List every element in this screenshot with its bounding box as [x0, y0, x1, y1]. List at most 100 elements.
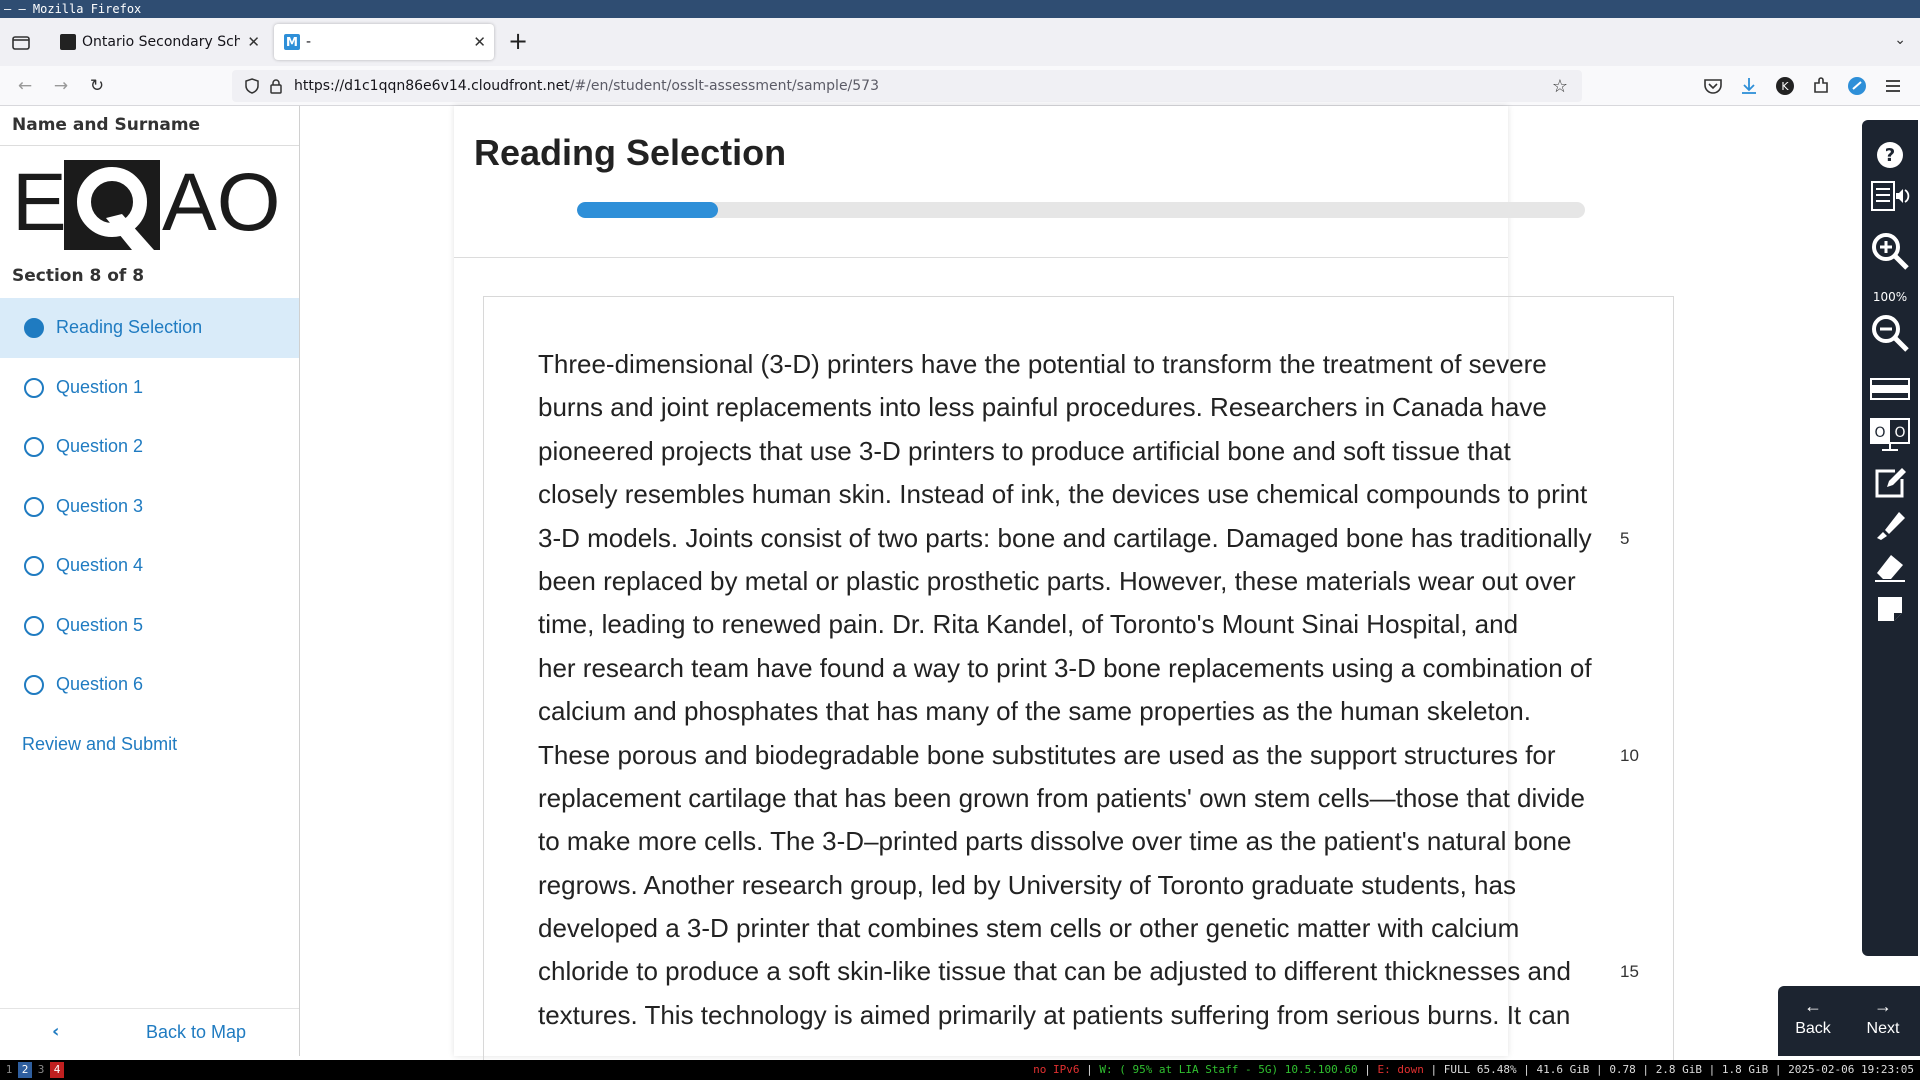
profile-extension-icon[interactable] — [1846, 75, 1868, 97]
radio-empty-icon — [24, 615, 44, 636]
nav-item-label: Question 3 — [56, 495, 144, 516]
passage-line: her research team have found a way to pr… — [538, 647, 1592, 690]
nav-item-question-1[interactable]: Question 1 — [0, 358, 299, 418]
passage-line-text: pioneered projects that use 3-D printers… — [538, 435, 1511, 466]
high-contrast-icon[interactable]: OO — [1870, 416, 1910, 454]
notepad-icon[interactable] — [1870, 464, 1910, 502]
question-nav-list: Reading Selection Question 1 Question 2 … — [0, 298, 299, 715]
nav-item-question-6[interactable]: Question 6 — [0, 655, 299, 715]
passage-line: pioneered projects that use 3-D printers… — [538, 430, 1578, 473]
workspace-1[interactable]: 1 — [2, 1062, 16, 1078]
text-to-speech-icon[interactable] — [1870, 178, 1910, 216]
disk-status: 41.6 GiB — [1536, 1063, 1590, 1076]
tab-list-icon — [12, 36, 30, 50]
eqao-logo-ao: AO — [162, 158, 280, 248]
passage-line-text: to make more cells. The 3-D–printed part… — [538, 826, 1572, 857]
radio-empty-icon — [24, 437, 44, 457]
system-status: no IPv6 | W: ( 95% at LIA Staff - 5G) 10… — [1033, 1063, 1914, 1076]
passage-line-text: chloride to produce a soft skin-like tis… — [538, 956, 1571, 987]
student-name: Name and Surname — [0, 106, 299, 146]
back-to-map-button[interactable]: ‹ Back to Map — [0, 1008, 299, 1056]
progress-fill — [577, 202, 719, 218]
swap-status: 1.8 GiB — [1721, 1063, 1769, 1076]
tab-title: - — [306, 34, 312, 50]
url-path: /#/en/student/osslt-assessment/sample/57… — [569, 78, 879, 94]
accessibility-toolbar: ? 100% OO — [1862, 120, 1918, 956]
reload-icon[interactable]: ↻ — [84, 73, 110, 99]
tracking-shield-icon[interactable] — [244, 78, 260, 94]
section-indicator: Section 8 of 8 — [12, 266, 145, 286]
help-icon[interactable]: ? — [1870, 136, 1910, 174]
wifi-status: W: ( 95% at LIA Staff - 5G) 10.5.100.60 — [1099, 1063, 1358, 1076]
radio-empty-icon — [24, 496, 44, 517]
passage-line: Three-dimensional (3-D) printers have th… — [538, 343, 1578, 386]
next-label: Next — [1866, 1020, 1900, 1037]
passage-line: calcium and phosphates that has many of … — [538, 690, 1578, 733]
url-domain: https://d1c1qqn86e6v14.cloudfront.net — [294, 78, 570, 94]
bookmark-star-icon[interactable]: ☆ — [1552, 76, 1568, 97]
zoom-level: 100% — [1872, 290, 1908, 304]
load-status: 0.78 — [1609, 1063, 1636, 1076]
passage-line: regrows. Another research group, led by … — [538, 864, 1578, 907]
radio-empty-icon — [24, 377, 44, 398]
passage-line-text: textures. This technology is aimed prima… — [538, 999, 1571, 1030]
passage-line: chloride to produce a soft skin-like tis… — [538, 950, 1639, 993]
address-bar[interactable]: https://d1c1qqn86e6v14.cloudfront.net/#/… — [232, 70, 1582, 102]
new-tab-button[interactable]: + — [506, 29, 530, 53]
passage-line-text: been replaced by metal or plastic prosth… — [538, 565, 1576, 596]
nav-item-label: Question 4 — [56, 555, 144, 575]
passage-line: to make more cells. The 3-D–printed part… — [538, 820, 1578, 863]
highlighter-icon[interactable] — [1870, 506, 1910, 544]
lock-icon[interactable] — [268, 78, 284, 94]
back-button[interactable]: ← Back — [1778, 986, 1848, 1056]
hamburger-menu-icon[interactable] — [1882, 75, 1904, 97]
workspace-2[interactable]: 2 — [18, 1062, 32, 1078]
sticky-note-icon[interactable] — [1870, 590, 1910, 628]
extension-k-icon[interactable]: K — [1774, 75, 1796, 97]
tab-list-button[interactable] — [10, 31, 34, 53]
nav-item-question-2[interactable]: Question 2 — [0, 417, 299, 477]
pocket-icon[interactable] — [1702, 75, 1724, 97]
m-favicon-icon: M — [284, 34, 300, 50]
workspace-4[interactable]: 4 — [50, 1062, 64, 1078]
nav-item-question-4[interactable]: Question 4 — [0, 536, 299, 596]
battery-status: FULL 65.48% — [1443, 1063, 1517, 1076]
radio-filled-icon — [24, 318, 44, 338]
back-arrow-icon[interactable]: ← — [12, 73, 38, 99]
review-and-submit-link[interactable]: Review and Submit — [22, 734, 177, 755]
arrow-left-icon: ← — [1804, 996, 1822, 1016]
reading-passage: Three-dimensional (3-D) printers have th… — [538, 343, 1639, 1037]
zoom-in-icon[interactable] — [1870, 232, 1910, 270]
zoom-out-icon[interactable] — [1870, 314, 1910, 352]
line-number: 10 — [1620, 745, 1639, 765]
window-title: – – Mozilla Firefox — [0, 0, 1920, 18]
eraser-icon[interactable] — [1870, 548, 1910, 586]
downloads-icon[interactable] — [1738, 75, 1760, 97]
passage-line-text: developed a 3-D printer that combines st… — [538, 913, 1520, 944]
ipv6-status: no IPv6 — [1033, 1063, 1080, 1076]
tab-overflow-chevron-icon[interactable]: ⌄ — [1894, 32, 1906, 48]
close-tab-icon[interactable]: ✕ — [473, 24, 486, 60]
tab-title: Ontario Secondary School L — [82, 34, 240, 50]
workspace-3[interactable]: 3 — [34, 1062, 48, 1078]
tab-eqao[interactable]: Ontario Secondary School L ✕ — [50, 24, 268, 60]
nav-item-reading-selection[interactable]: Reading Selection — [0, 298, 299, 358]
close-tab-icon[interactable]: ✕ — [247, 24, 260, 60]
radio-empty-icon — [24, 675, 44, 695]
navigation-bar: ← → ↻ https://d1c1qqn86e6v14.cloudfront.… — [0, 66, 1920, 106]
passage-line-text: calcium and phosphates that has many of … — [538, 696, 1531, 727]
forward-arrow-icon[interactable]: → — [48, 73, 74, 99]
passage-line: These porous and biodegradable bone subs… — [538, 734, 1639, 777]
url-text[interactable]: https://d1c1qqn86e6v14.cloudfront.net/#/… — [294, 70, 879, 102]
svg-text:O: O — [1874, 425, 1885, 441]
nav-item-label: Question 6 — [56, 674, 144, 694]
extensions-puzzle-icon[interactable] — [1810, 75, 1832, 97]
passage-line-text: closely resembles human skin. Instead of… — [538, 479, 1588, 510]
assessment-sidebar: Name and Surname E AO Section 8 of 8 Rea… — [0, 106, 300, 1056]
nav-item-question-3[interactable]: Question 3 — [0, 477, 299, 537]
tab-strip: Ontario Secondary School L ✕ M - ✕ + ⌄ — [0, 18, 1920, 66]
tab-active[interactable]: M - ✕ — [274, 24, 494, 60]
line-reader-icon[interactable] — [1870, 370, 1910, 408]
nav-item-question-5[interactable]: Question 5 — [0, 596, 299, 656]
next-button[interactable]: → Next — [1848, 986, 1918, 1056]
